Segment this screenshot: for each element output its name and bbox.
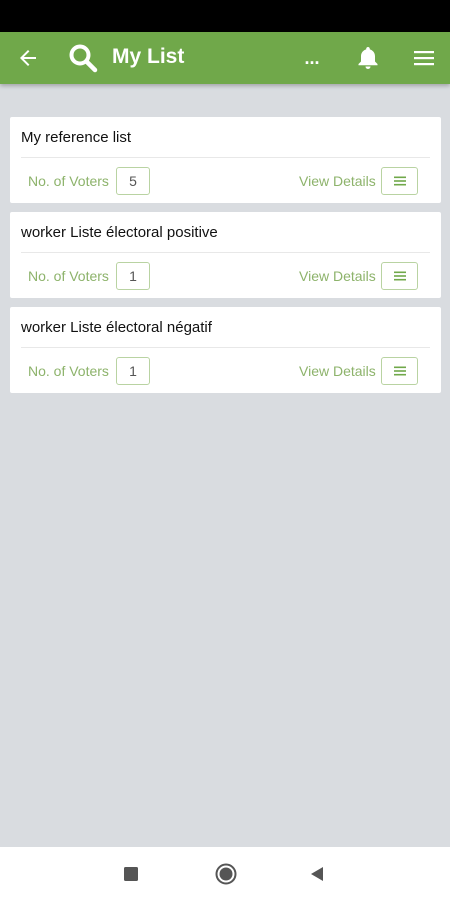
view-details-link[interactable]: View Details: [299, 363, 376, 379]
list-item: My reference list No. of Voters 5 View D…: [10, 117, 441, 203]
arrow-left-icon[interactable]: [12, 42, 44, 74]
list-icon: [393, 366, 406, 376]
hamburger-menu-icon[interactable]: [408, 42, 440, 74]
voters-label: No. of Voters: [28, 363, 109, 379]
view-details-link[interactable]: View Details: [299, 173, 376, 189]
list-item: worker Liste électoral négatif No. of Vo…: [10, 307, 441, 393]
status-bar: [0, 0, 450, 32]
back-triangle-icon[interactable]: [304, 861, 330, 887]
system-navigation-bar: [0, 847, 450, 900]
voters-count-badge: 1: [116, 262, 150, 290]
voters-label: No. of Voters: [28, 173, 109, 189]
divider: [21, 347, 430, 348]
list-item: worker Liste électoral positive No. of V…: [10, 212, 441, 298]
list-name: worker Liste électoral positive: [21, 224, 218, 241]
more-options-button[interactable]: ...: [296, 42, 328, 74]
recent-apps-icon[interactable]: [118, 861, 144, 887]
list-icon: [393, 271, 406, 281]
page-title: My List: [112, 45, 185, 68]
list-icon: [393, 176, 406, 186]
app-bar: My List ...: [0, 32, 450, 84]
voters-label: No. of Voters: [28, 268, 109, 284]
list-name: worker Liste électoral négatif: [21, 319, 212, 336]
view-details-link[interactable]: View Details: [299, 268, 376, 284]
view-details-button[interactable]: [381, 262, 418, 290]
divider: [21, 252, 430, 253]
voters-count-badge: 5: [116, 167, 150, 195]
divider: [21, 157, 430, 158]
view-details-button[interactable]: [381, 167, 418, 195]
list-name: My reference list: [21, 129, 132, 146]
view-details-button[interactable]: [381, 357, 418, 385]
voter-lists: My reference list No. of Voters 5 View D…: [10, 117, 441, 402]
home-icon[interactable]: [212, 860, 240, 888]
voters-count-badge: 1: [116, 357, 150, 385]
search-icon[interactable]: [66, 41, 100, 75]
bell-icon[interactable]: [352, 42, 384, 74]
